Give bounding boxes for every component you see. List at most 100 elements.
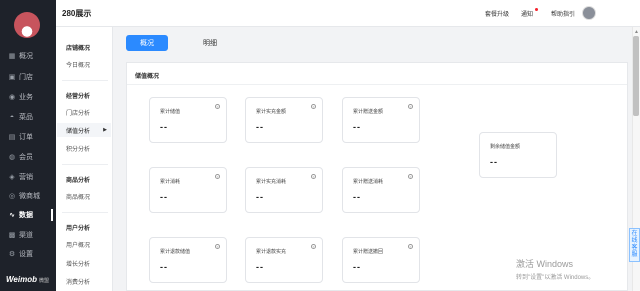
scrollbar-thumb[interactable] [633,36,639,116]
order-icon: ▤ [8,134,16,141]
stat-card-total-stored: 累计储值 -- ? [149,97,227,143]
stat-label: 累计赠送金额 [353,109,384,115]
submenu-group-title: 商品分析 [66,178,91,184]
help-icon[interactable]: ? [311,174,316,179]
submenu-item-label: 门店分析 [66,110,91,117]
dish-icon: ◓ [9,113,15,121]
shop-avatar[interactable] [14,12,40,38]
submenu-item-points[interactable]: 积分分析 [57,141,111,155]
sidebar-item-label: 会员 [19,154,33,161]
stat-card-refund-stored: 累计退款储值 -- ? [149,237,227,283]
stat-label: 累计消耗 [160,179,181,185]
sidebar-item-label: 渠道 [19,232,33,239]
stat-value: -- [160,192,168,202]
sidebar-item-settings[interactable]: ⚙ 设置 [0,245,56,263]
tab-detail[interactable]: 明细 [193,35,227,51]
stat-label: 剩余储值金额 [490,144,521,150]
sidebar-item-label: 概况 [19,53,33,60]
submenu-item-consumption[interactable]: 消费分析 [57,274,111,288]
submenu-item-store-analysis[interactable]: 门店分析 [57,105,111,119]
sidebar-item-label: 业务 [19,94,33,101]
sidebar-item-marketing[interactable]: ◈ 营销 [0,168,56,186]
stat-label: 累计实充金额 [256,109,287,115]
panel-title: 储值概况 [135,74,160,80]
stat-value: -- [256,122,264,132]
stat-value: -- [353,262,361,272]
sidebar-item-overview[interactable]: ▦ 概况 [0,47,56,65]
sidebar-item-order[interactable]: ▤ 订单 [0,128,56,146]
help-icon[interactable]: ? [311,244,316,249]
sidebar-item-label: 营销 [19,174,33,181]
help-icon[interactable]: ? [408,104,413,109]
stat-label: 累计实充消耗 [256,179,287,185]
marketing-icon: ◈ [9,174,15,181]
stat-card-refund-recharge: 累计退款实充 -- ? [245,237,323,283]
sidebar-item-label: 微商城 [19,193,40,200]
sidebar-item-label: 订单 [19,134,33,141]
user-avatar[interactable] [582,6,596,20]
help-icon[interactable]: ? [215,174,220,179]
submenu-item-label: 商品概况 [66,194,91,201]
help-icon[interactable]: ? [408,244,413,249]
submenu-divider [62,164,108,165]
stat-value: -- [256,192,264,202]
stat-value: -- [490,157,498,167]
online-service-button[interactable]: 在线客服 [629,228,640,262]
shop-name: 280展示 [62,9,92,18]
submenu-item-user-overview[interactable]: 用户概况 [57,237,111,251]
stat-card-gift-revoked: 累计赠送撤回 -- ? [342,237,420,283]
sidebar-item-label: 菜品 [19,114,33,121]
submenu-group-title: 经营分析 [66,94,91,100]
stat-value: -- [160,262,168,272]
notice-link[interactable]: 通知 [521,9,533,18]
sidebar-item-data[interactable]: ∿ 数据 [0,206,56,224]
submenu-item-product-overview[interactable]: 商品概况 [57,189,111,203]
windows-activation-watermark: 激活 Windows 转到"设置"以激活 Windows。 [516,257,594,281]
tab-overview[interactable]: 概况 [126,35,168,51]
help-icon[interactable]: ? [311,104,316,109]
stat-card-gift-consumed: 累计赠送消耗 -- ? [342,167,420,213]
submenu-item-label: 积分分析 [66,146,91,153]
brand-sub: 微盟 [38,278,49,284]
data-icon: ∿ [9,212,15,219]
stat-card-total-gift: 累计赠送金额 -- ? [342,97,420,143]
channel-icon: ▩ [8,232,16,239]
brand-logo: Weimob 微盟 [6,275,49,284]
submenu-item-stored-value[interactable]: 储值分析 ▶ [57,123,111,137]
scroll-up-arrow-icon[interactable]: ▲ [634,29,639,35]
settings-icon: ⚙ [8,251,16,258]
notice-badge [535,8,538,11]
submenu-item-growth[interactable]: 增长分析 [57,256,111,270]
sidebar-item-store[interactable]: ▣ 门店 [0,68,56,86]
upgrade-link[interactable]: 套餐升级 [485,9,509,18]
panel-divider [127,84,627,85]
sidebar-item-business[interactable]: ◉ 业务 [0,88,56,106]
submenu-item-today[interactable]: 今日概况 [57,57,111,71]
stat-label: 累计退款实充 [256,249,287,255]
stat-card-total-consumed: 累计消耗 -- ? [149,167,227,213]
help-icon[interactable]: ? [215,244,220,249]
stat-label: 累计储值 [160,109,181,115]
submenu-item-label: 增长分析 [66,261,91,268]
submenu-item-label: 今日概况 [66,62,91,69]
help-link[interactable]: 帮助指引 [551,9,575,18]
main-sidebar: ▦ 概况 ▣ 门店 ◉ 业务 ◓ 菜品 ▤ 订单 ◍ 会员 ◈ 营销 ◎ 微商城… [0,0,56,291]
help-icon[interactable]: ? [408,174,413,179]
submenu-group-title: 用户分析 [66,226,91,232]
submenu-divider [62,80,108,81]
sidebar-item-channel[interactable]: ▩ 渠道 [0,226,56,244]
stat-value: -- [256,262,264,272]
stat-value: -- [353,192,361,202]
help-icon[interactable]: ? [215,104,220,109]
sidebar-item-member[interactable]: ◍ 会员 [0,148,56,166]
sidebar-item-mall[interactable]: ◎ 微商城 [0,187,56,205]
submenu-divider [62,212,108,213]
business-icon: ◉ [8,94,16,101]
sidebar-item-dish[interactable]: ◓ 菜品 [0,108,56,126]
submenu-group-title: 店铺概况 [66,46,91,52]
stat-card-recharge-consumed: 累计实充消耗 -- ? [245,167,323,213]
chevron-right-icon: ▶ [103,127,107,133]
stat-value: -- [353,122,361,132]
stat-label: 累计赠送撤回 [353,249,384,255]
grid-icon: ▦ [8,53,16,60]
